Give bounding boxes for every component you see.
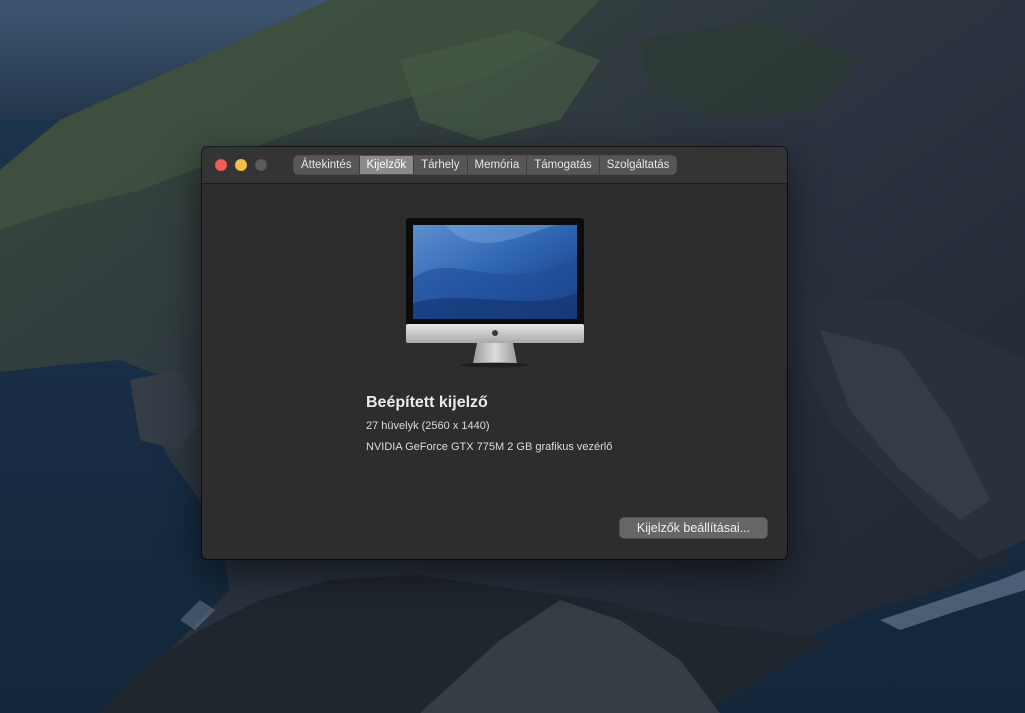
displays-pane: Beépített kijelző 27 hüvelyk (2560 x 144… xyxy=(202,184,787,559)
title-bar[interactable]: Áttekintés Kijelzők Tárhely Memória Támo… xyxy=(202,147,787,184)
display-size: 27 hüvelyk (2560 x 1440) xyxy=(366,420,490,432)
tab-bar: Áttekintés Kijelzők Tárhely Memória Támo… xyxy=(294,156,677,174)
graphics-card: NVIDIA GeForce GTX 775M 2 GB grafikus ve… xyxy=(366,441,613,453)
tab-service[interactable]: Szolgáltatás xyxy=(600,156,677,174)
about-this-mac-window: Áttekintés Kijelzők Tárhely Memória Támo… xyxy=(202,147,787,559)
close-icon[interactable] xyxy=(215,159,227,171)
display-name: Beépített kijelző xyxy=(366,394,488,411)
tab-memory[interactable]: Memória xyxy=(468,156,528,174)
tab-support[interactable]: Támogatás xyxy=(527,156,600,174)
display-preferences-button[interactable]: Kijelzők beállításai... xyxy=(620,518,767,538)
tab-overview[interactable]: Áttekintés xyxy=(294,156,360,174)
imac-icon xyxy=(405,218,585,368)
tab-displays[interactable]: Kijelzők xyxy=(359,156,415,174)
zoom-icon xyxy=(255,159,267,171)
tab-storage[interactable]: Tárhely xyxy=(414,156,468,174)
minimize-icon[interactable] xyxy=(235,159,247,171)
